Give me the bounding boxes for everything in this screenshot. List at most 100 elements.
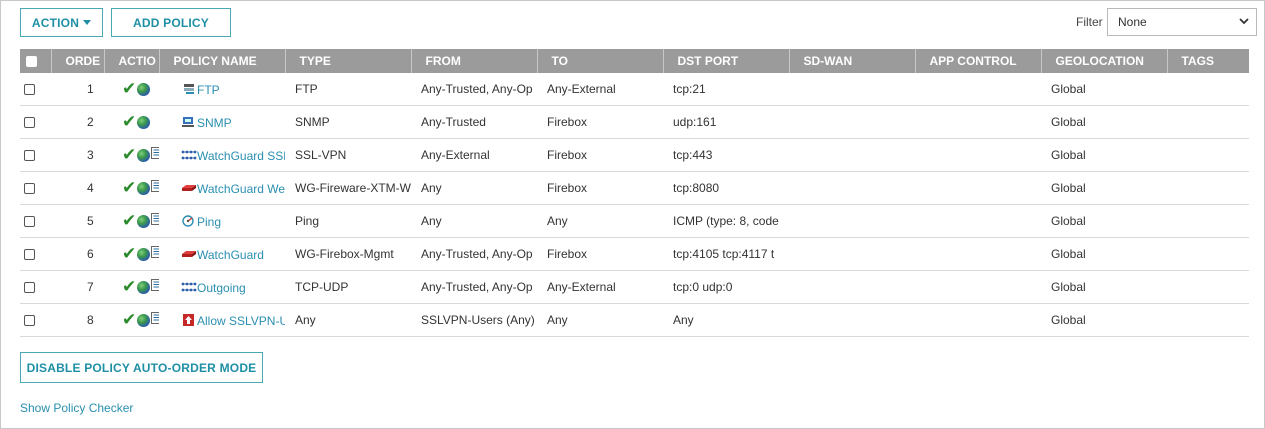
column-header-app-control[interactable]: APP CONTROL bbox=[915, 49, 1042, 73]
allow-vpn-icon bbox=[181, 313, 197, 327]
table-row[interactable]: 4 ✔ WatchGuard Web WG-Fireware-XTM-W Any Fire… bbox=[20, 171, 1249, 205]
to-cell: Any bbox=[537, 204, 663, 238]
policy-table: ORDE ACTIO POLICY NAME TYPE FROM TO DST … bbox=[20, 49, 1249, 337]
network-dots-icon bbox=[181, 148, 197, 162]
action-icons-cell: ✔ bbox=[104, 270, 159, 304]
row-select-cell[interactable] bbox=[20, 204, 51, 238]
row-select-cell[interactable] bbox=[20, 105, 51, 139]
policy-name-link[interactable]: SNMP bbox=[197, 115, 232, 129]
sd-wan-cell bbox=[789, 204, 915, 238]
tags-cell bbox=[1167, 105, 1249, 139]
select-all-header[interactable] bbox=[20, 49, 52, 73]
app-control-cell bbox=[915, 138, 1041, 172]
network-dots-icon bbox=[181, 280, 197, 294]
table-row[interactable]: 2 ✔ SNMP SNMP Any-Trusted Firebox udp:161 Globa… bbox=[20, 105, 1249, 139]
to-cell: Firebox bbox=[537, 171, 663, 205]
policy-name-cell[interactable]: Allow SSLVPN-Us bbox=[159, 303, 285, 337]
filter-select[interactable]: None bbox=[1107, 8, 1257, 36]
policy-name-cell[interactable]: WatchGuard SSL bbox=[159, 138, 285, 172]
policy-name-link[interactable]: Outgoing bbox=[197, 280, 246, 294]
row-checkbox[interactable] bbox=[24, 183, 35, 195]
table-row[interactable]: 5 ✔ Ping Ping Any Any ICMP (type: 8, code Globa… bbox=[20, 204, 1249, 238]
table-row[interactable]: 8 ✔ Allow SSLVPN-Us Any SSLVPN-Users (Any) An… bbox=[20, 303, 1249, 337]
type-cell: SSL-VPN bbox=[285, 138, 411, 172]
policy-name-link[interactable]: FTP bbox=[197, 82, 220, 96]
sd-wan-cell bbox=[789, 73, 915, 106]
action-icons-cell: ✔ bbox=[104, 303, 159, 337]
policy-name-link[interactable]: Allow SSLVPN-Us bbox=[197, 313, 285, 327]
column-header-to[interactable]: TO bbox=[537, 49, 664, 73]
table-row[interactable]: 7 ✔ Outgoing TCP-UDP Any-Trusted, Any-Op Any-… bbox=[20, 270, 1249, 304]
row-checkbox[interactable] bbox=[24, 216, 35, 228]
dst-port-cell: tcp:443 bbox=[663, 138, 789, 172]
policy-name-link[interactable]: WatchGuard Web bbox=[197, 181, 285, 195]
row-select-cell[interactable] bbox=[20, 270, 51, 304]
column-header-sd-wan[interactable]: SD-WAN bbox=[789, 49, 916, 73]
type-cell: WG-Firebox-Mgmt bbox=[285, 237, 411, 271]
column-header-geolocation[interactable]: GEOLOCATION bbox=[1041, 49, 1168, 73]
column-header-dst-port[interactable]: DST PORT bbox=[663, 49, 790, 73]
add-policy-button[interactable]: ADD POLICY bbox=[111, 8, 231, 37]
policy-name-cell[interactable]: FTP bbox=[159, 73, 285, 106]
sd-wan-cell bbox=[789, 105, 915, 139]
action-dropdown-button[interactable]: ACTION bbox=[20, 8, 103, 37]
row-checkbox[interactable] bbox=[24, 282, 35, 294]
dst-port-cell: tcp:0 udp:0 bbox=[663, 270, 789, 304]
column-header-policy-name[interactable]: POLICY NAME bbox=[159, 49, 286, 73]
type-cell: TCP-UDP bbox=[285, 270, 411, 304]
column-header-tags[interactable]: TAGS bbox=[1167, 49, 1249, 73]
row-checkbox[interactable] bbox=[24, 150, 35, 162]
sd-wan-cell bbox=[789, 303, 915, 337]
globe-icon bbox=[137, 148, 151, 162]
table-row[interactable]: 3 ✔ WatchGuard SSL SSL-VPN Any-External Fireb… bbox=[20, 138, 1249, 172]
disable-auto-order-button[interactable]: DISABLE POLICY AUTO-ORDER MODE bbox=[20, 352, 263, 383]
row-checkbox[interactable] bbox=[24, 249, 35, 261]
policy-name-cell[interactable]: Ping bbox=[159, 204, 285, 238]
log-icon bbox=[151, 212, 159, 225]
allow-check-icon: ✔ bbox=[122, 277, 137, 297]
row-select-cell[interactable] bbox=[20, 303, 51, 337]
policy-name-cell[interactable]: Outgoing bbox=[159, 270, 285, 304]
row-select-cell[interactable] bbox=[20, 138, 51, 172]
select-all-checkbox[interactable] bbox=[26, 56, 37, 68]
table-row[interactable]: 1 ✔ FTP FTP Any-Trusted, Any-Op Any-External t… bbox=[20, 73, 1249, 106]
from-cell: Any-Trusted bbox=[411, 105, 537, 139]
dst-port-cell: udp:161 bbox=[663, 105, 789, 139]
tags-cell bbox=[1167, 270, 1249, 304]
policy-name-cell[interactable]: WatchGuard Web bbox=[159, 171, 285, 205]
row-checkbox[interactable] bbox=[24, 84, 35, 96]
show-policy-checker-link[interactable]: Show Policy Checker bbox=[20, 401, 133, 415]
to-cell: Firebox bbox=[537, 237, 663, 271]
type-cell: Ping bbox=[285, 204, 411, 238]
globe-icon bbox=[137, 115, 151, 129]
log-icon bbox=[151, 278, 159, 291]
column-header-type[interactable]: TYPE bbox=[285, 49, 412, 73]
column-header-order[interactable]: ORDE bbox=[51, 49, 105, 73]
policy-name-cell[interactable]: SNMP bbox=[159, 105, 285, 139]
row-checkbox[interactable] bbox=[24, 315, 35, 327]
column-header-from[interactable]: FROM bbox=[411, 49, 538, 73]
allow-check-icon: ✔ bbox=[122, 178, 137, 198]
caret-down-icon bbox=[83, 20, 92, 25]
dst-port-cell: tcp:21 bbox=[663, 73, 789, 106]
sd-wan-cell bbox=[789, 270, 915, 304]
row-checkbox[interactable] bbox=[24, 117, 35, 129]
column-header-action[interactable]: ACTIO bbox=[104, 49, 160, 73]
row-select-cell[interactable] bbox=[20, 171, 51, 205]
globe-icon bbox=[137, 82, 151, 96]
tags-cell bbox=[1167, 237, 1249, 271]
geolocation-cell: Global bbox=[1041, 303, 1167, 337]
allow-check-icon: ✔ bbox=[122, 211, 137, 231]
policy-name-cell[interactable]: WatchGuard bbox=[159, 237, 285, 271]
policy-name-link[interactable]: WatchGuard bbox=[197, 247, 264, 261]
policy-name-link[interactable]: Ping bbox=[197, 214, 221, 228]
globe-icon bbox=[137, 313, 151, 327]
table-row[interactable]: 6 ✔ WatchGuard WG-Firebox-Mgmt Any-Trusted, … bbox=[20, 237, 1249, 271]
row-select-cell[interactable] bbox=[20, 237, 51, 271]
dst-port-cell: tcp:8080 bbox=[663, 171, 789, 205]
row-select-cell[interactable] bbox=[20, 73, 51, 106]
tags-cell bbox=[1167, 171, 1249, 205]
policy-name-link[interactable]: WatchGuard SSL bbox=[197, 148, 285, 162]
snmp-icon bbox=[181, 115, 197, 129]
to-cell: Any-External bbox=[537, 73, 663, 106]
